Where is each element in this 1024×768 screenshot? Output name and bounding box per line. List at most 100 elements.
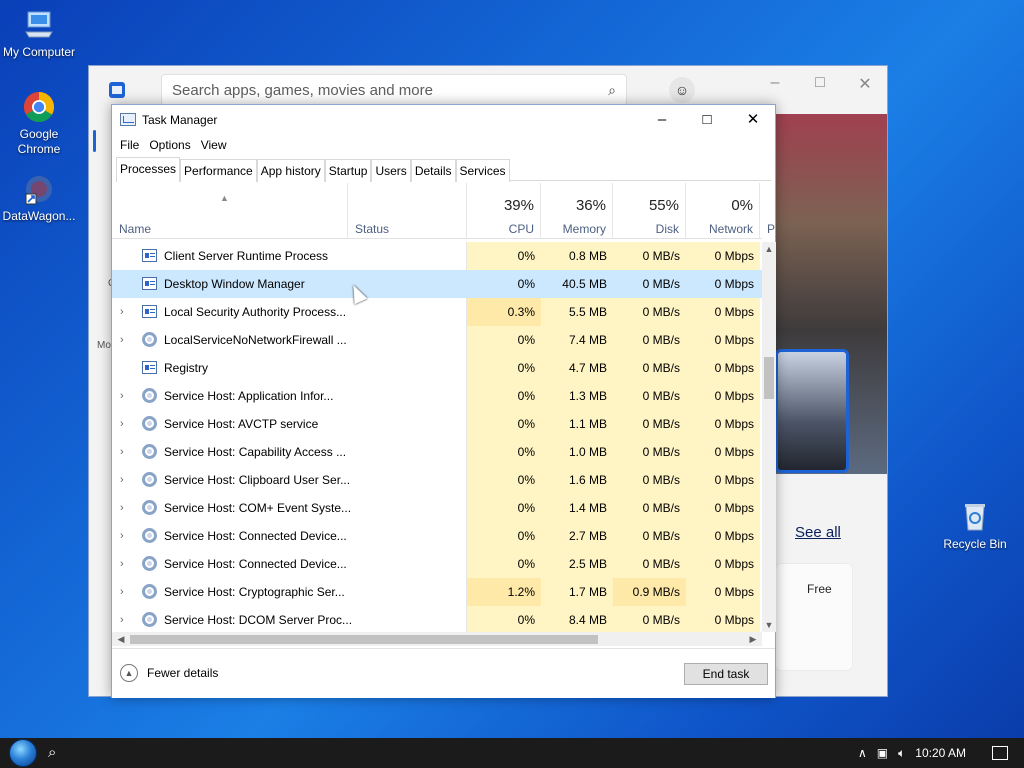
menu-file[interactable]: File (120, 135, 139, 155)
thumbnail-image[interactable] (775, 349, 849, 473)
table-row[interactable]: › Service Host: DCOM Server Proc... 0% 8.4 … (112, 606, 762, 632)
desktop-icon-datawagon[interactable]: DataWagon... (0, 172, 81, 224)
network-value: 0 Mbps (686, 326, 760, 354)
column-header-power[interactable]: P (760, 183, 775, 239)
table-row[interactable]: › Service Host: Connected Device... 0% 2.5 … (112, 550, 762, 578)
datawagon-icon (22, 172, 56, 206)
maximize-icon[interactable]: □ (810, 74, 830, 92)
table-row[interactable]: › Service Host: Capability Access ... 0% 1.… (112, 438, 762, 466)
chevron-right-icon[interactable]: › (120, 326, 124, 354)
chevron-right-icon[interactable]: › (120, 466, 124, 494)
see-all-link[interactable]: See all (795, 524, 841, 541)
volume-icon[interactable]: 🔈︎ (898, 746, 905, 761)
desktop-icon-my-computer[interactable]: My Computer (0, 8, 81, 60)
vertical-scrollbar[interactable]: ▲ ▼ (762, 242, 776, 632)
process-name: Service Host: COM+ Event Syste... (164, 501, 352, 515)
table-row[interactable]: Client Server Runtime Process 0% 0.8 MB 0 M… (112, 242, 762, 270)
close-icon[interactable]: ✕ (855, 74, 875, 94)
table-row[interactable]: Desktop Window Manager 0% 40.5 MB 0 MB/s 0 M… (112, 270, 762, 298)
menu-view[interactable]: View (201, 135, 227, 155)
table-row[interactable]: › Service Host: Application Infor... 0% 1.3… (112, 382, 762, 410)
desktop-icon-recycle-bin[interactable]: Recycle Bin (933, 500, 1017, 552)
task-manager-icon (120, 113, 136, 126)
scroll-thumb[interactable] (130, 635, 598, 644)
cpu-value: 0% (467, 522, 541, 550)
process-name: Service Host: Application Infor... (164, 389, 334, 403)
scroll-thumb[interactable] (764, 357, 774, 399)
scroll-up-icon[interactable]: ▲ (762, 242, 776, 256)
end-task-button[interactable]: End task (684, 663, 768, 685)
chevron-right-icon[interactable]: › (120, 410, 124, 438)
search-icon[interactable]: ⌕ (48, 744, 56, 761)
column-header-name[interactable]: ▲ Name (112, 183, 348, 239)
chevron-right-icon[interactable]: › (120, 522, 124, 550)
table-row[interactable]: › Local Security Authority Process... 0.3%… (112, 298, 762, 326)
nav-selection-indicator (93, 130, 96, 152)
cpu-value: 0% (467, 550, 541, 578)
chevron-up-icon[interactable]: ∧ (858, 746, 867, 760)
column-header-status[interactable]: Status (348, 183, 467, 239)
disk-value: 0 MB/s (613, 270, 686, 298)
chevron-up-icon: ▲ (120, 664, 138, 682)
table-row[interactable]: › Service Host: Connected Device... 0% 2.7 … (112, 522, 762, 550)
table-row[interactable]: › Service Host: Clipboard User Ser... 0% 1.… (112, 466, 762, 494)
column-header-cpu[interactable]: 39% CPU (467, 183, 541, 239)
table-row[interactable]: › Service Host: COM+ Event Syste... 0% 1.4 … (112, 494, 762, 522)
scroll-right-icon[interactable]: ▶ (746, 632, 760, 646)
chevron-right-icon[interactable]: › (120, 298, 124, 326)
column-header-disk[interactable]: 55% Disk (613, 183, 686, 239)
table-row[interactable]: › LocalServiceNoNetworkFirewall ... 0% 7.4 … (112, 326, 762, 354)
menu-options[interactable]: Options (149, 135, 190, 155)
close-icon[interactable]: ✕ (730, 110, 776, 130)
tab-services[interactable]: Services (455, 159, 510, 182)
tab-performance[interactable]: Performance (180, 159, 257, 182)
network-value: 0 Mbps (686, 522, 760, 550)
computer-icon (22, 8, 56, 42)
cpu-value: 0% (467, 494, 541, 522)
desktop-icon-chrome[interactable]: Google Chrome (0, 90, 81, 157)
scroll-down-icon[interactable]: ▼ (762, 618, 776, 632)
process-name: LocalServiceNoNetworkFirewall ... (164, 333, 347, 347)
chevron-right-icon[interactable]: › (120, 550, 124, 578)
network-icon[interactable]: ▣ (877, 746, 888, 760)
service-gear-icon (142, 528, 157, 543)
search-icon[interactable]: ⌕ (608, 82, 616, 99)
table-row[interactable]: › Service Host: Cryptographic Ser... 1.2% 1… (112, 578, 762, 606)
column-header-memory[interactable]: 36% Memory (541, 183, 613, 239)
cpu-value: 0% (467, 438, 541, 466)
notifications-icon[interactable] (992, 746, 1008, 760)
chevron-right-icon[interactable]: › (120, 438, 124, 466)
tab-details[interactable]: Details (410, 159, 456, 182)
chevron-right-icon[interactable]: › (120, 382, 124, 410)
disk-value: 0 MB/s (613, 298, 686, 326)
network-value: 0 Mbps (686, 298, 760, 326)
task-manager-titlebar[interactable]: Task Manager – □ ✕ (112, 105, 775, 135)
minimize-icon[interactable]: – (765, 74, 785, 92)
memory-value: 1.7 MB (541, 578, 613, 606)
start-button[interactable] (4, 739, 42, 767)
maximize-icon[interactable]: □ (684, 110, 730, 130)
process-name: Service Host: Connected Device... (164, 557, 347, 571)
column-header-network[interactable]: 0% Network (686, 183, 760, 239)
scroll-left-icon[interactable]: ◀ (114, 632, 128, 646)
table-row[interactable]: Registry 0% 4.7 MB 0 MB/s 0 Mbps (112, 354, 762, 382)
clock[interactable]: 10:20 AM (915, 746, 966, 760)
tab-app-history[interactable]: App history (256, 159, 325, 182)
tab-startup[interactable]: Startup (324, 159, 372, 182)
chevron-right-icon[interactable]: › (120, 578, 124, 606)
sort-ascending-icon: ▲ (220, 193, 229, 203)
cpu-value: 0% (467, 606, 541, 632)
table-row[interactable]: › Service Host: AVCTP service 0% 1.1 MB 0 MB… (112, 410, 762, 438)
disk-value: 0 MB/s (613, 410, 686, 438)
horizontal-scrollbar[interactable]: ◀ ▶ (112, 632, 762, 646)
minimize-icon[interactable]: – (639, 110, 685, 130)
store-search-input[interactable]: Search apps, games, movies and more ⌕ (161, 74, 627, 106)
chevron-right-icon[interactable]: › (120, 606, 124, 632)
fewer-details-button[interactable]: ▲ Fewer details (120, 664, 218, 682)
memory-value: 1.1 MB (541, 410, 613, 438)
tab-users[interactable]: Users (371, 159, 411, 182)
chevron-right-icon[interactable]: › (120, 494, 124, 522)
tab-processes[interactable]: Processes (116, 157, 181, 182)
account-icon[interactable]: ☺ (669, 77, 695, 103)
app-card[interactable] (775, 563, 853, 671)
